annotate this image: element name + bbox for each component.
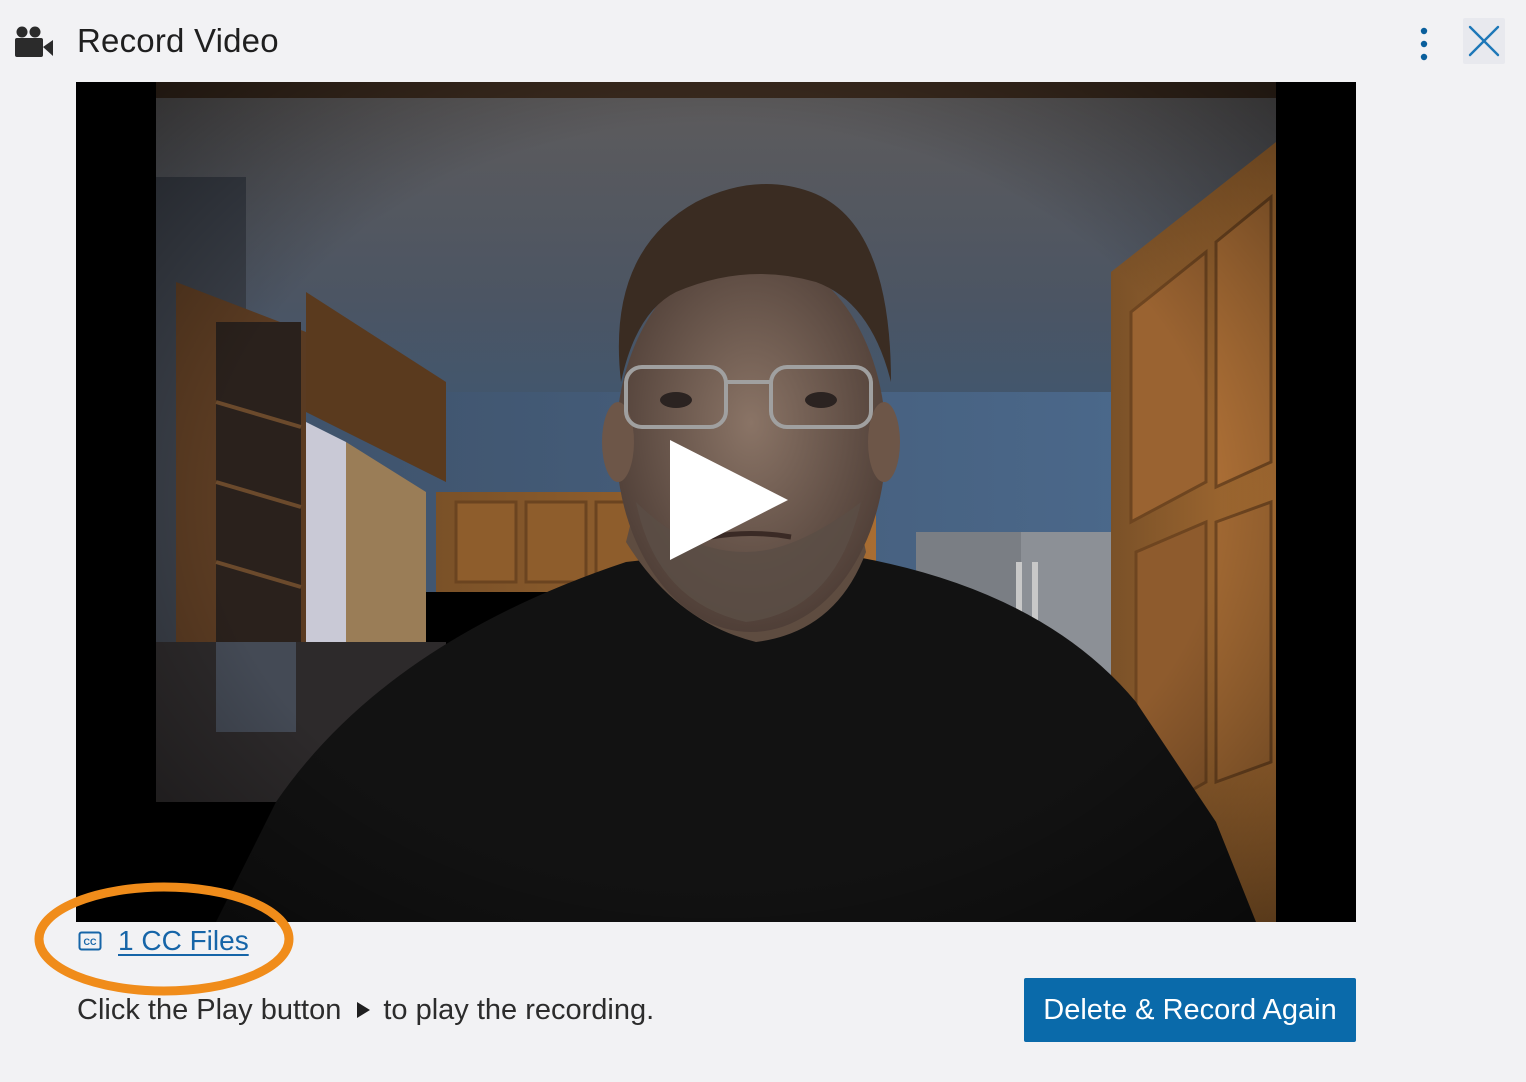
cc-files-link[interactable]: 1 CC Files <box>118 925 249 957</box>
play-icon <box>670 440 788 560</box>
svg-text:CC: CC <box>84 937 97 947</box>
close-icon <box>1468 25 1500 57</box>
instruction-text-after: to play the recording. <box>383 994 655 1026</box>
video-player[interactable] <box>76 82 1356 922</box>
closed-captions-icon: CC <box>78 931 102 951</box>
play-button[interactable] <box>664 437 794 567</box>
close-button[interactable] <box>1463 18 1505 64</box>
video-camera-icon <box>14 26 54 58</box>
play-triangle-icon <box>357 1002 371 1018</box>
page-title: Record Video <box>77 22 279 59</box>
more-vertical-icon <box>1420 27 1428 61</box>
cc-files-row: CC 1 CC Files <box>78 924 249 958</box>
more-options-button[interactable] <box>1408 24 1440 64</box>
instruction-text-before: Click the Play button <box>77 994 342 1026</box>
play-instruction: Click the Play button to play the record… <box>77 990 654 1030</box>
delete-record-again-button[interactable]: Delete & Record Again <box>1024 978 1356 1042</box>
